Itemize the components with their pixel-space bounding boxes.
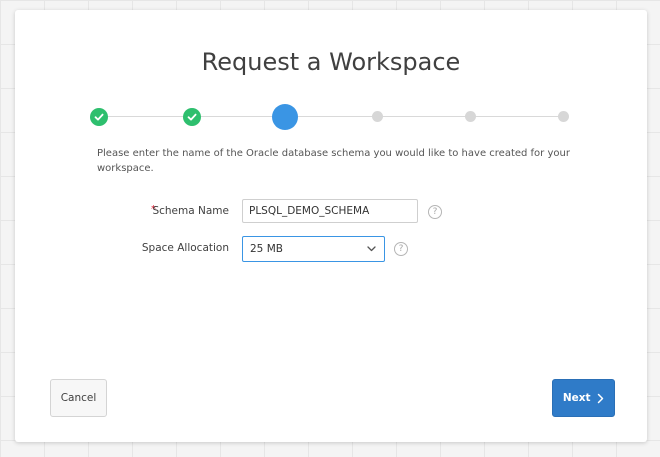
help-icon[interactable]: ? [394, 242, 408, 256]
help-icon[interactable]: ? [428, 205, 442, 219]
chevron-right-icon [597, 393, 604, 403]
instruction-text: Please enter the name of the Oracle data… [97, 148, 570, 174]
check-icon [187, 113, 197, 121]
progress-track [99, 116, 564, 117]
cancel-button[interactable]: Cancel [50, 379, 107, 417]
progress-step-6 [558, 111, 569, 122]
next-button-label: Next [562, 392, 591, 404]
progress-step-3-current [272, 104, 298, 130]
progress-step-4 [372, 111, 383, 122]
space-allocation-select[interactable]: 25 MB [242, 236, 385, 262]
chevron-down-icon [367, 246, 376, 252]
request-workspace-dialog: Request a Workspace Please enter the nam… [15, 10, 647, 442]
space-allocation-value: 25 MB [250, 243, 283, 255]
schema-name-label: Schema Name [152, 205, 229, 217]
next-button[interactable]: Next [552, 379, 615, 417]
progress-step-2 [183, 108, 201, 126]
progress-step-1 [90, 108, 108, 126]
space-allocation-label: Space Allocation [141, 242, 229, 254]
schema-name-input[interactable] [242, 199, 418, 223]
check-icon [94, 113, 104, 121]
dialog-title: Request a Workspace [201, 48, 461, 76]
progress-step-5 [465, 111, 476, 122]
